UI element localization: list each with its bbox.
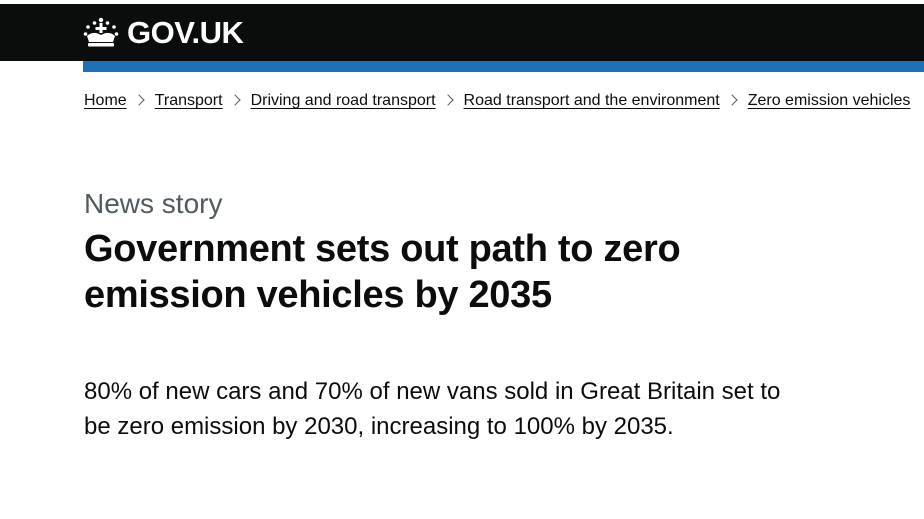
crown-icon (83, 17, 119, 49)
breadcrumb-transport[interactable]: Transport (155, 92, 223, 109)
chevron-right-icon (441, 94, 454, 106)
breadcrumb-driving-and-road-transport[interactable]: Driving and road transport (251, 92, 436, 109)
content-type-caption: News story (84, 188, 223, 219)
lead-paragraph: 80% of new cars and 70% of new vans sold… (84, 378, 781, 440)
header-accent-bar (83, 61, 924, 72)
breadcrumb-zero-emission-vehicles[interactable]: Zero emission vehicles (748, 92, 911, 109)
chevron-right-icon (228, 94, 241, 106)
page-title: Government sets out path to zero emissio… (84, 228, 681, 316)
breadcrumb-road-transport-and-environment[interactable]: Road transport and the environment (464, 92, 720, 109)
logo-text: GOV.UK (127, 15, 244, 50)
breadcrumb: Home Transport Driving and road transport R… (84, 91, 924, 111)
chevron-right-icon (133, 94, 145, 106)
govuk-logo-link[interactable]: GOV.UK (83, 15, 244, 51)
site-header: GOV.UK (0, 4, 924, 61)
chevron-right-icon (726, 94, 738, 106)
breadcrumb-home[interactable]: Home (84, 92, 127, 109)
